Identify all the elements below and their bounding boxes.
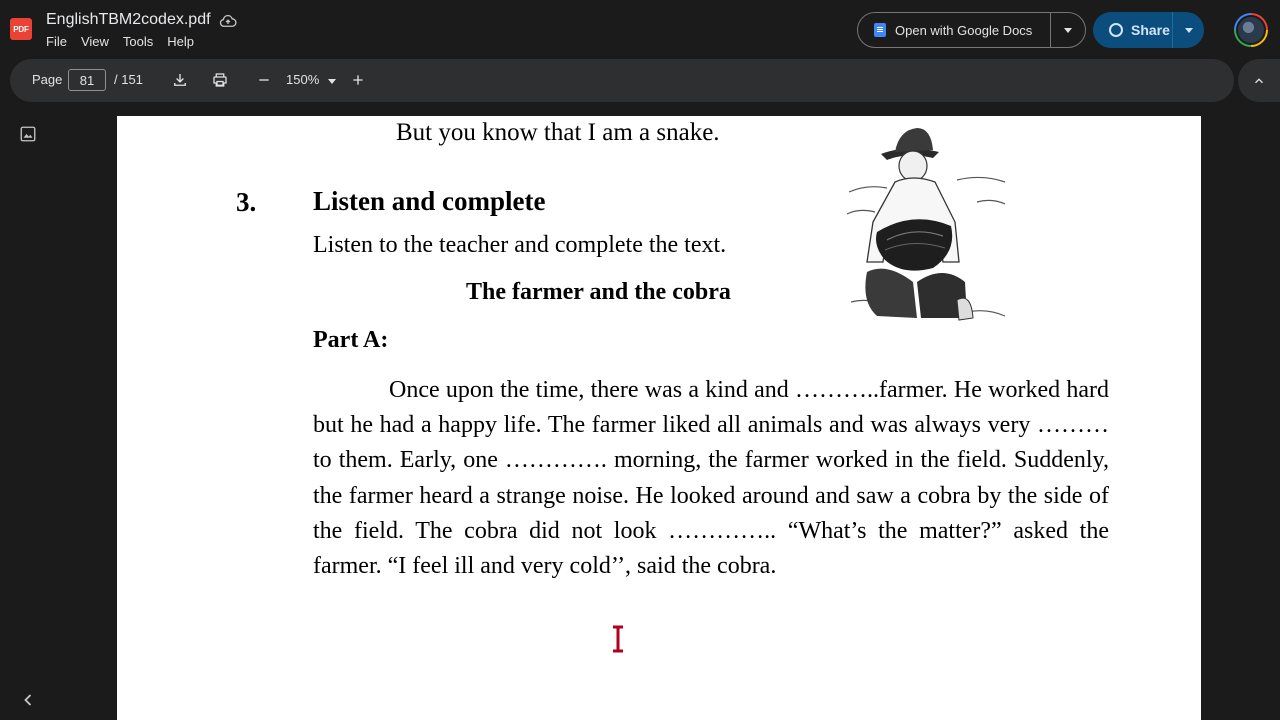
share-dropdown-button[interactable] [1173, 12, 1204, 48]
caret-down-icon [328, 78, 336, 84]
open-with-docs-button[interactable]: Open with Google Docs [858, 13, 1051, 47]
file-title[interactable]: EnglishTBM2codex.pdf [46, 11, 211, 29]
caret-down-icon [1184, 27, 1193, 33]
page-number-input[interactable]: 81 [68, 69, 106, 91]
open-with-dropdown-button[interactable] [1051, 13, 1085, 47]
story-paragraph: Once upon the time, there was a kind and… [313, 377, 1109, 580]
globe-icon [1109, 23, 1123, 37]
share-group: Share [1093, 12, 1204, 48]
chevron-up-icon[interactable] [1238, 59, 1280, 102]
account-avatar[interactable] [1234, 13, 1268, 47]
pdf-page: But you know that I am a snake. 3. Liste… [117, 116, 1201, 720]
menu-bar: File View Tools Help [46, 34, 208, 49]
page-total: / 151 [114, 72, 143, 87]
download-icon[interactable] [170, 70, 190, 90]
text-line: But you know that I am a snake. [396, 119, 720, 146]
zoom-dropdown-button[interactable] [322, 71, 342, 91]
menu-help[interactable]: Help [167, 34, 194, 49]
google-docs-icon [874, 23, 886, 37]
menu-file[interactable]: File [46, 34, 67, 49]
zoom-level[interactable]: 150% [286, 72, 319, 87]
page-label: Page [32, 72, 63, 87]
minus-icon[interactable] [254, 70, 274, 90]
chevron-left-icon[interactable] [16, 690, 40, 710]
farmer-illustration [847, 128, 1006, 321]
title-bar: PDF EnglishTBM2codex.pdf File View Tools… [0, 0, 1280, 58]
open-with-docs-label: Open with Google Docs [895, 22, 1033, 38]
avatar-image [1236, 15, 1266, 45]
share-button[interactable]: Share [1093, 12, 1173, 48]
open-with-docs-group: Open with Google Docs [857, 12, 1086, 48]
image-icon[interactable] [19, 125, 37, 143]
text-cursor-icon [613, 625, 623, 653]
plus-icon[interactable] [348, 70, 368, 90]
share-label: Share [1131, 22, 1170, 38]
part-label: Part A: [313, 327, 389, 353]
section-title: Listen and complete [313, 186, 546, 216]
instruction-text: Listen to the teacher and complete the t… [313, 232, 727, 258]
caret-down-icon [1064, 27, 1072, 33]
menu-view[interactable]: View [81, 34, 109, 49]
pdf-logo-icon: PDF [10, 18, 32, 40]
cloud-save-icon[interactable] [219, 12, 237, 30]
print-icon[interactable] [210, 70, 230, 90]
pdf-toolbar: Page 81 / 151 150% [10, 59, 1234, 102]
section-number: 3. [236, 187, 257, 217]
menu-tools[interactable]: Tools [123, 34, 153, 49]
story-title: The farmer and the cobra [466, 279, 731, 305]
